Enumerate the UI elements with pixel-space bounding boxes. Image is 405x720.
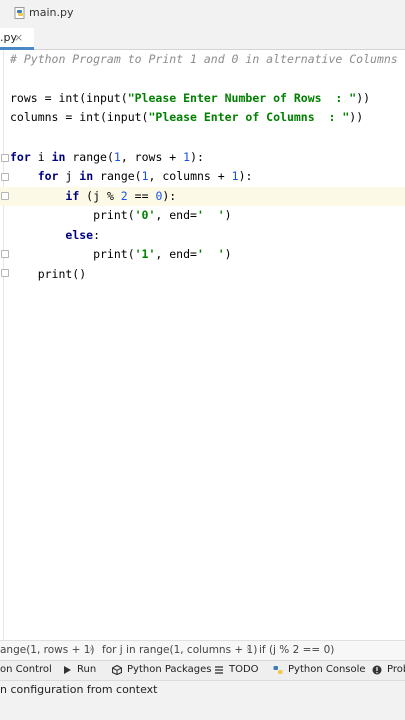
code-line-1: # Python Program to Print 1 and 0 in alt… bbox=[10, 52, 398, 66]
window-bottom-strip bbox=[0, 700, 405, 720]
fold-marker-icon[interactable] bbox=[1, 192, 9, 200]
nav-crumb-main-py[interactable]: main.py bbox=[14, 6, 73, 19]
navigation-bar: › main.py bbox=[0, 0, 405, 28]
tool-window-version-control[interactable]: on Control bbox=[0, 664, 52, 675]
tool-window-run[interactable]: Run bbox=[62, 664, 96, 675]
tool-window-problems[interactable]: Prob bbox=[372, 664, 405, 675]
chevron-right-icon: › bbox=[89, 644, 93, 655]
python-console-icon bbox=[273, 665, 283, 674]
editor-tab-bar: .py × bbox=[0, 28, 405, 50]
status-message: n configuration from context bbox=[0, 683, 158, 696]
nav-crumb-label: main.py bbox=[29, 6, 74, 19]
code-line-10: else: bbox=[65, 228, 101, 242]
fold-marker-icon[interactable] bbox=[1, 250, 9, 258]
tab-main-py[interactable]: .py × bbox=[0, 28, 34, 50]
breadcrumb-for-i[interactable]: ange(1, rows + 1) bbox=[0, 644, 95, 656]
python-packages-icon bbox=[112, 664, 122, 675]
code-line-8: if (j % 2 == 0): bbox=[65, 189, 177, 203]
nav-crumb-project[interactable]: › bbox=[0, 6, 5, 20]
code-line-9: print('0', end=' ') bbox=[10, 208, 232, 222]
run-icon bbox=[64, 665, 71, 674]
code-line-11: print('1', end=' ') bbox=[10, 247, 232, 261]
chevron-right-icon: › bbox=[0, 6, 1, 20]
tool-window-python-packages[interactable]: Python Packages bbox=[112, 664, 212, 675]
chevron-right-icon: › bbox=[246, 644, 250, 655]
tool-window-todo[interactable]: TODO bbox=[214, 664, 259, 675]
status-bar: n configuration from context bbox=[0, 680, 405, 700]
fold-marker-icon[interactable] bbox=[1, 269, 9, 277]
code-line-12: print() bbox=[10, 267, 87, 281]
breadcrumb-for-j[interactable]: for j in range(1, columns + 1) bbox=[102, 644, 257, 656]
tool-window-python-console[interactable]: Python Console bbox=[273, 664, 366, 675]
fold-marker-icon[interactable] bbox=[1, 154, 9, 162]
breadcrumb-if[interactable]: if (j % 2 == 0) bbox=[259, 644, 334, 656]
gutter bbox=[3, 50, 4, 640]
code-line-3: rows = int(input("Please Enter Number of… bbox=[10, 91, 371, 105]
todo-icon bbox=[215, 665, 223, 674]
close-icon[interactable]: × bbox=[14, 31, 23, 44]
tool-window-bar: on Control Run Python Packages TODO Pyth… bbox=[0, 660, 405, 680]
problems-icon bbox=[372, 665, 382, 674]
code-editor[interactable]: # Python Program to Print 1 and 0 in alt… bbox=[0, 50, 405, 640]
python-file-icon bbox=[14, 6, 25, 19]
fold-marker-icon[interactable] bbox=[1, 173, 9, 181]
code-breadcrumb-bar: ange(1, rows + 1) › for j in range(1, co… bbox=[0, 640, 405, 660]
code-line-6: for i in range(1, rows + 1): bbox=[10, 150, 204, 164]
code-line-4: columns = int(input("Please Enter of Col… bbox=[10, 110, 364, 124]
code-line-7: for j in range(1, columns + 1): bbox=[37, 169, 253, 183]
